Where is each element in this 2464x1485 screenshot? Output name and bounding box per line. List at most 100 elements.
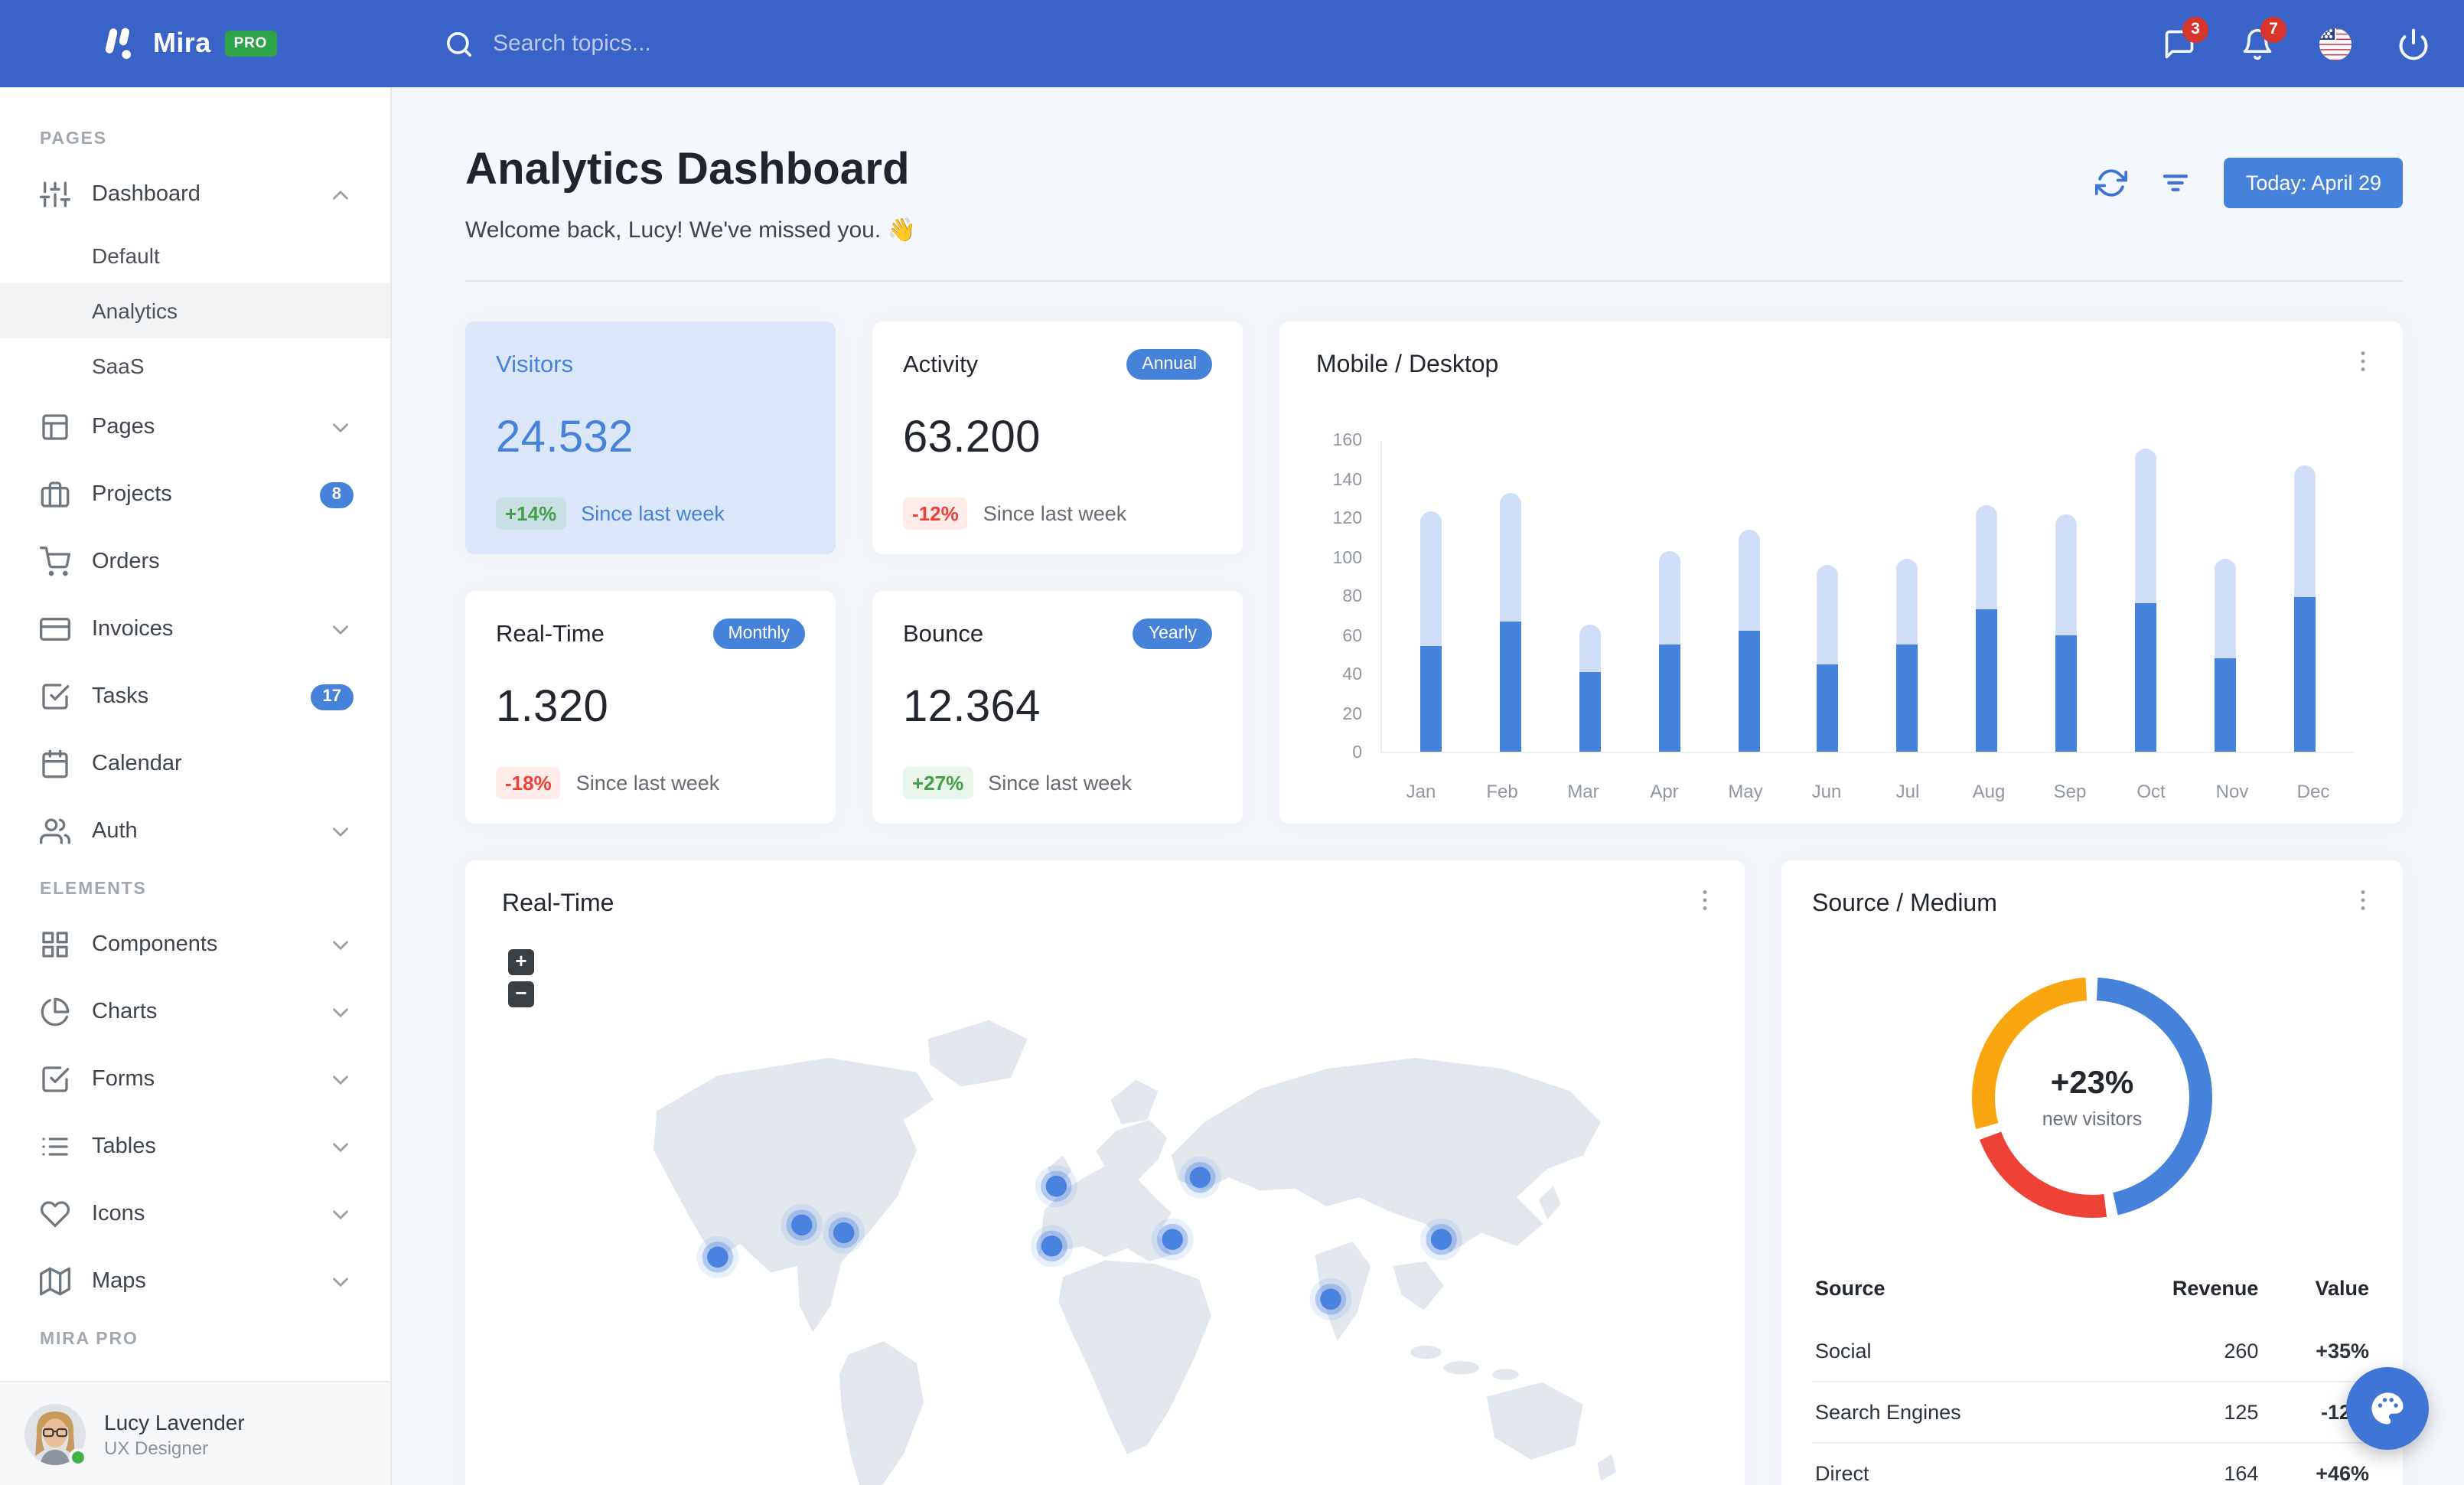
messages-button[interactable]: 3 — [2163, 16, 2208, 60]
pro-badge: PRO — [224, 31, 277, 57]
stat-card-value: 1.320 — [496, 683, 609, 732]
x-tick-label: Jul — [1895, 781, 1920, 802]
stat-card-caption: Since last week — [983, 502, 1127, 525]
x-tick-label: Sep — [2053, 781, 2087, 802]
sidebar-item-invoices[interactable]: Invoices — [0, 596, 390, 663]
value-cell: +46% — [2261, 1442, 2372, 1485]
mira-logo-icon — [98, 23, 139, 64]
chevron-down-icon — [328, 616, 354, 642]
layout-icon — [40, 412, 70, 442]
bar-chart-menu-button[interactable] — [2348, 346, 2378, 377]
map-marker — [1035, 1165, 1077, 1208]
page-title: Analytics Dashboard — [465, 145, 910, 194]
briefcase-icon — [40, 479, 70, 510]
sidebar-item-charts[interactable]: Charts — [0, 978, 390, 1046]
header-divider — [465, 280, 2403, 282]
user-name: Lucy Lavender — [104, 1409, 245, 1434]
map-icon — [40, 1266, 71, 1297]
brand[interactable]: Mira PRO — [0, 23, 392, 64]
world-map: + − — [474, 934, 1736, 1485]
sidebar-subitem-default[interactable]: Default — [0, 228, 390, 283]
sidebar-badge: 8 — [319, 481, 354, 508]
sidebar-user[interactable]: Lucy Lavender UX Designer — [0, 1381, 390, 1485]
bar-sep — [2055, 514, 2078, 752]
map-card-title: Real-Time — [502, 891, 614, 917]
filter-button[interactable] — [2160, 166, 2194, 200]
sidebar-item-label: Tables — [92, 1134, 156, 1159]
chevron-down-icon — [328, 1134, 354, 1160]
chevron-up-icon — [328, 181, 354, 207]
bar-mar — [1579, 625, 1601, 752]
heart-icon — [40, 1199, 70, 1229]
power-button[interactable] — [2397, 27, 2430, 60]
delta-chip: -12% — [903, 498, 968, 530]
sidebar-section-label: MIRA PRO — [40, 1330, 139, 1349]
sidebar-item-label: Orders — [92, 550, 160, 574]
bar-feb — [1499, 492, 1521, 752]
period-badge[interactable]: Annual — [1126, 349, 1212, 380]
stat-card-bounce: Bounce Yearly 12.364 +27% Since last week — [872, 591, 1243, 824]
stat-card-caption: Since last week — [581, 502, 725, 525]
sidebar-subitem-analytics[interactable]: Analytics — [0, 283, 390, 338]
theme-settings-fab[interactable] — [2346, 1367, 2429, 1450]
sidebar-item-forms[interactable]: Forms — [0, 1046, 390, 1113]
x-tick-label: Jun — [1811, 781, 1842, 802]
notifications-button[interactable]: 7 — [2241, 16, 2286, 60]
stat-cards-grid: Visitors 24.532 +14% Since last week Activit… — [465, 321, 1243, 824]
y-tick-label: 40 — [1342, 666, 1362, 684]
sidebar-item-label: Projects — [92, 482, 172, 507]
period-badge[interactable]: Yearly — [1133, 618, 1212, 649]
analytics-dashboard-app: Mira PRO 3 7 — [0, 0, 2464, 1485]
donut-center-value: +23% — [2050, 1066, 2134, 1101]
x-tick-label: Feb — [1486, 781, 1518, 802]
page-subtitle: Welcome back, Lucy! We've missed you. 👋 — [465, 217, 916, 243]
sidebar-item-dashboard[interactable]: Dashboard — [0, 161, 390, 228]
sidebar-item-projects[interactable]: Projects 8 — [0, 461, 390, 528]
map-marker — [1420, 1218, 1463, 1261]
source-table: Source Revenue Value Social 260 +35% Search… — [1812, 1261, 2372, 1485]
stat-card-caption: Since last week — [988, 772, 1132, 795]
y-tick-label: 20 — [1342, 705, 1362, 723]
map-zoom-out-button[interactable]: − — [508, 981, 534, 1007]
messages-count-badge: 3 — [2182, 16, 2208, 42]
refresh-button[interactable] — [2095, 166, 2130, 200]
map-card-menu-button[interactable] — [1690, 885, 1720, 915]
chevron-down-icon — [328, 932, 354, 958]
calendar-icon — [40, 749, 70, 779]
bar-chart-x-axis: Jan Feb Mar Apr May Jun Jul Aug Sep Oct Nov Dec — [1380, 781, 2354, 802]
sidebar-item-orders[interactable]: Orders — [0, 528, 390, 596]
sidebar-item-label: Icons — [92, 1202, 145, 1226]
x-tick-label: Mar — [1567, 781, 1599, 802]
user-role: UX Designer — [104, 1437, 209, 1458]
sidebar-item-components[interactable]: Components — [0, 911, 390, 978]
sidebar-item-maps[interactable]: Maps — [0, 1248, 390, 1315]
source-card-menu-button[interactable] — [2348, 885, 2378, 915]
navbar-search[interactable] — [444, 28, 921, 59]
bar-nov — [2215, 558, 2237, 752]
chevron-down-icon — [328, 999, 354, 1025]
sidebar-item-tables[interactable]: Tables — [0, 1113, 390, 1180]
bar-dec — [2293, 465, 2316, 752]
map-zoom-in-button[interactable]: + — [508, 949, 534, 975]
value-col-header: Value — [2315, 1277, 2369, 1300]
sidebar-item-pages[interactable]: Pages — [0, 393, 390, 461]
brand-name: Mira — [153, 28, 211, 58]
stat-card-value: 24.532 — [496, 413, 634, 462]
sidebar-subitem-saas[interactable]: SaaS — [0, 338, 390, 393]
search-input[interactable] — [493, 31, 921, 57]
check-square-icon — [40, 681, 70, 712]
stat-card-caption: Since last week — [575, 772, 720, 795]
bar-chart-title: Mobile / Desktop — [1316, 352, 1499, 378]
source-col-header: Source — [1815, 1277, 1885, 1300]
stat-card-title: Visitors — [496, 352, 574, 378]
date-picker-button[interactable]: Today: April 29 — [2224, 158, 2403, 208]
bar-oct — [2135, 449, 2157, 752]
revenue-cell: 260 — [2224, 1340, 2259, 1363]
sidebar-item-calendar[interactable]: Calendar — [0, 730, 390, 798]
sidebar-item-auth[interactable]: Auth — [0, 798, 390, 865]
list-icon — [40, 1131, 70, 1162]
language-flag-button[interactable] — [2319, 27, 2352, 60]
sidebar-item-tasks[interactable]: Tasks 17 — [0, 663, 390, 730]
period-badge[interactable]: Monthly — [712, 618, 805, 649]
sidebar-item-icons[interactable]: Icons — [0, 1180, 390, 1248]
